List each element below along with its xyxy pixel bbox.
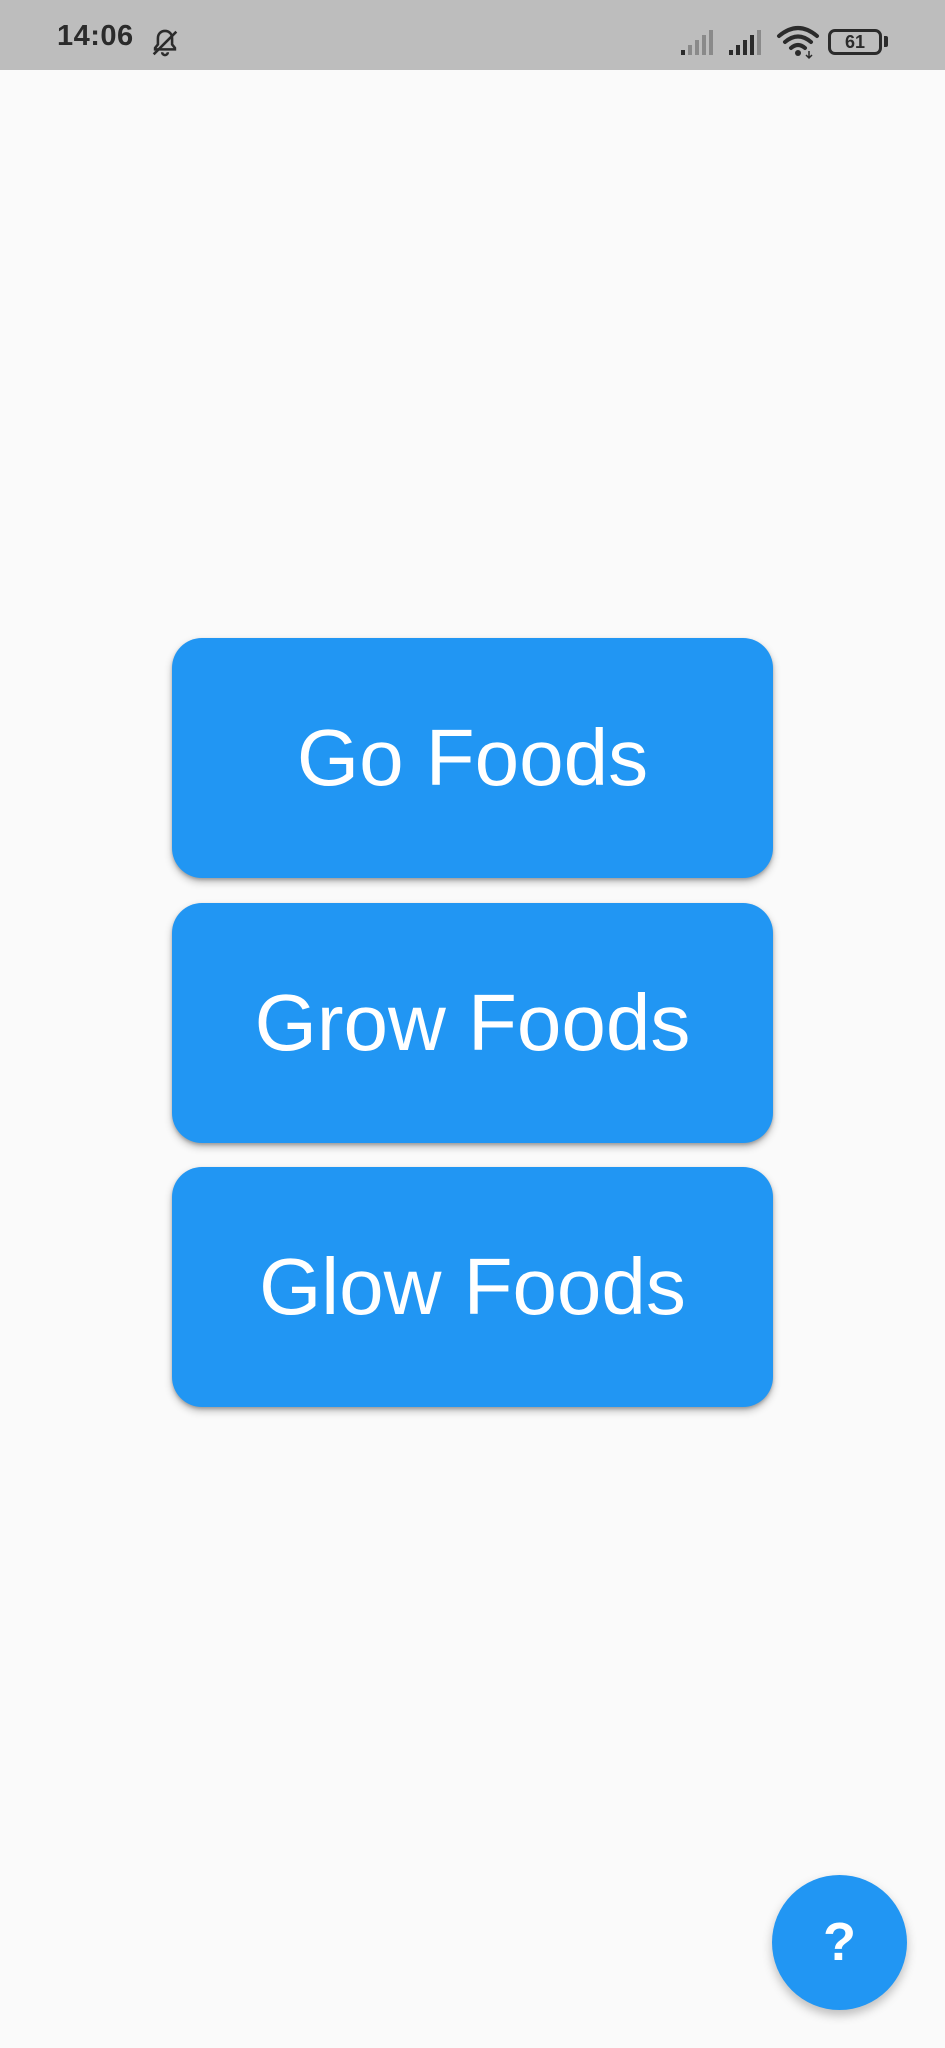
help-button[interactable]: ? [772,1875,907,2010]
bell-muted-icon [152,29,178,57]
battery-level: 61 [844,32,866,52]
help-icon: ? [823,1912,856,1972]
battery-icon: 61 [828,29,882,55]
glow-foods-button[interactable]: Glow Foods [172,1167,773,1407]
status-bar: 14:06 61 [0,0,945,70]
status-time: 14:06 [57,20,134,52]
battery-tip [884,36,888,47]
signal-weak-icon [681,30,713,55]
grow-foods-button[interactable]: Grow Foods [172,903,773,1143]
signal-icon [729,30,761,55]
wifi-icon [777,26,819,60]
go-foods-button[interactable]: Go Foods [172,638,773,878]
